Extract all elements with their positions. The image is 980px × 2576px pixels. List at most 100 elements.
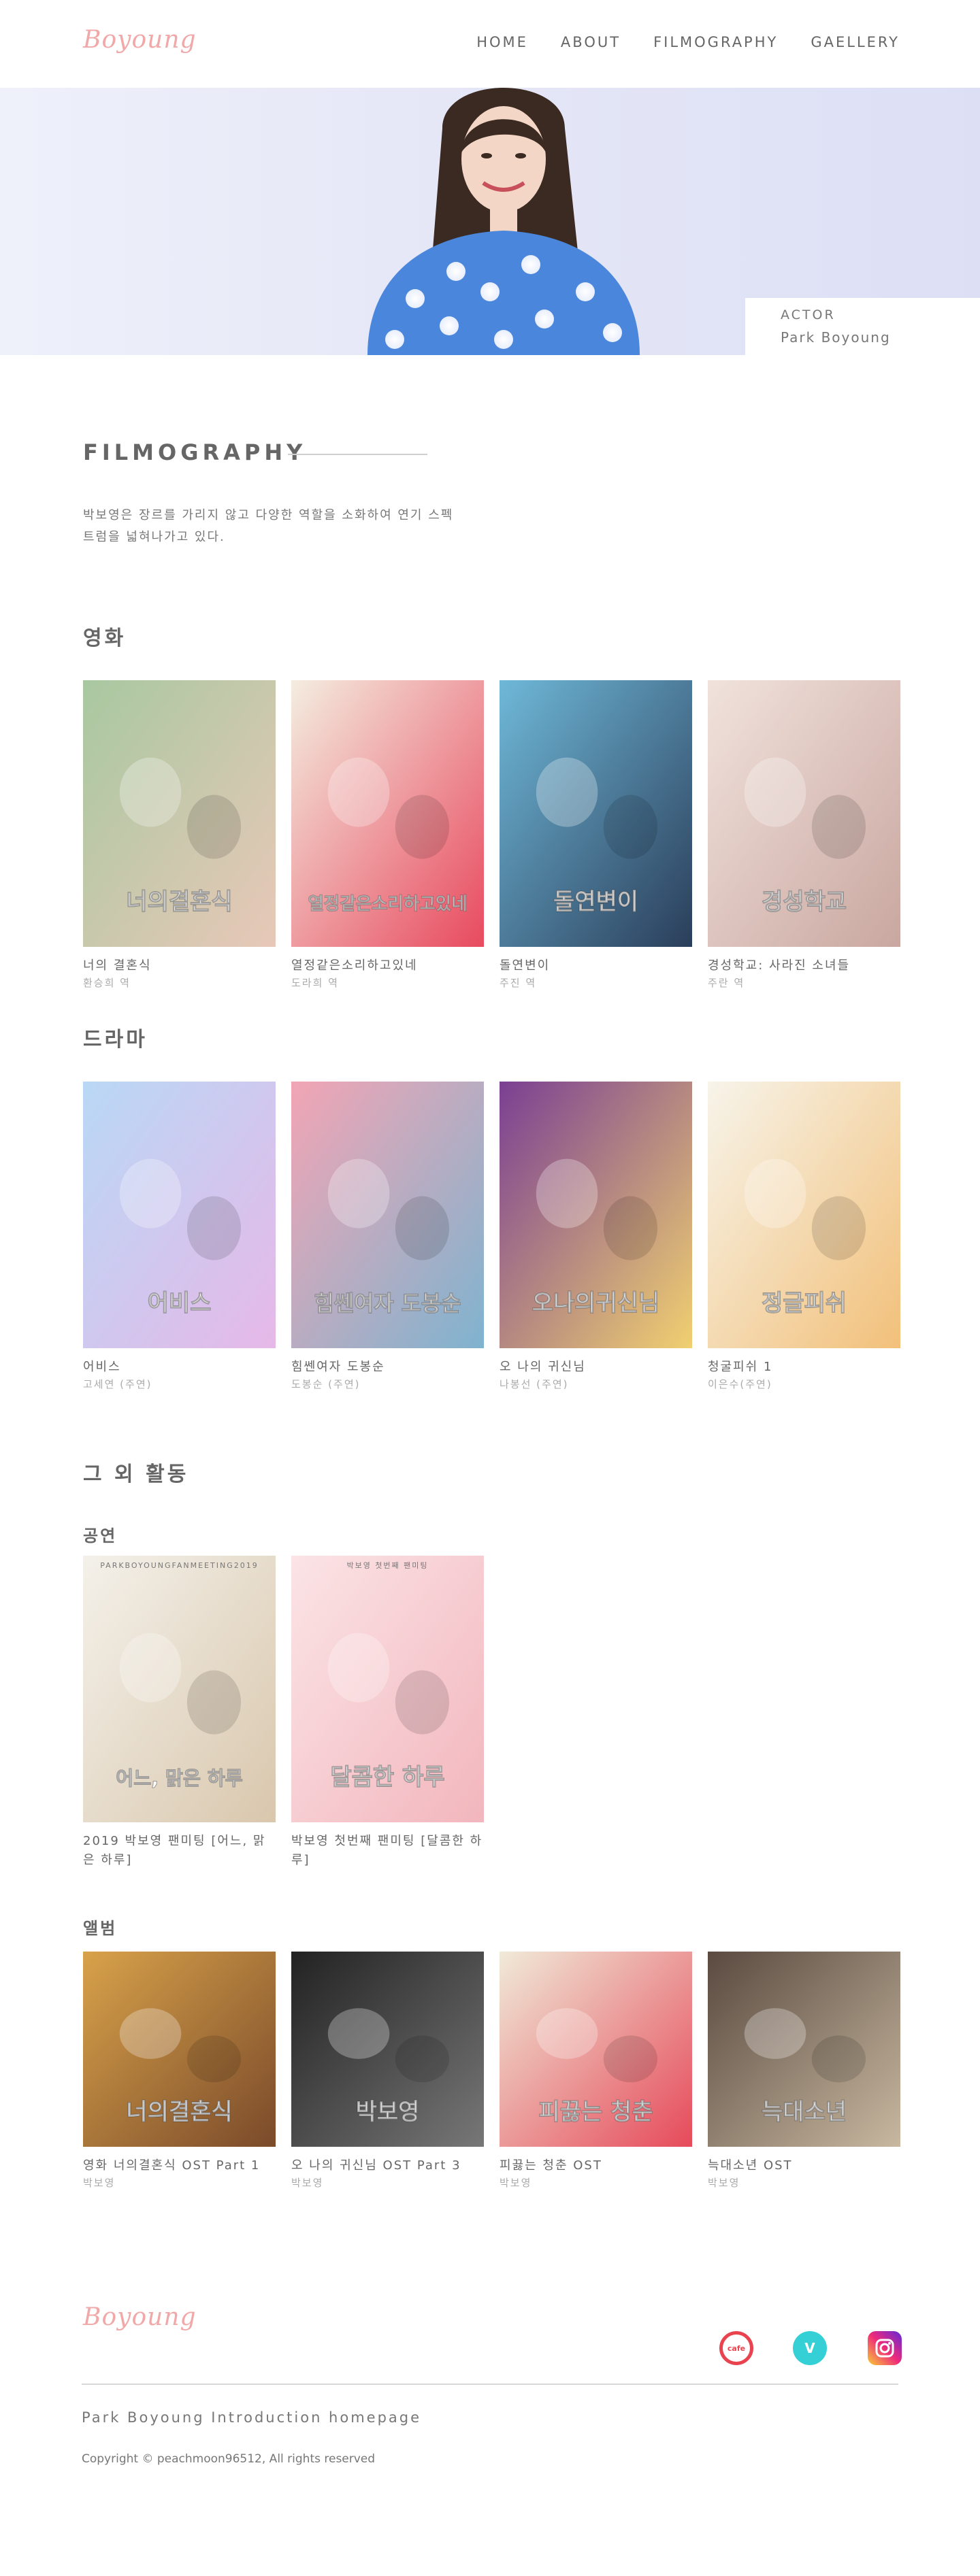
album-poster-image[interactable]: 박보영 [291,1952,484,2147]
svg-text:어느, 맑은 하루: 어느, 맑은 하루 [116,1767,243,1790]
movie-title: 경성학교: 사라진 소녀들 [708,958,851,973]
album-card[interactable]: 박보영 오 나의 귀신님 OST Part 3 박보영 [291,1952,484,2190]
drama-role: 나봉선 (주연) [500,1378,569,1390]
cafe-icon-label: cafe [727,2343,746,2353]
drama-poster-image[interactable]: 오나의귀신님 [500,1082,692,1348]
album-artist: 박보영 [83,2177,116,2189]
movies-section-title: 영화 [83,626,127,650]
movie-card[interactable]: 열정같은소리하고있네 열정같은소리하고있네 도라희 역 [291,680,484,990]
album-title: 피끓는 청춘 OST [500,2158,602,2173]
movie-poster-image[interactable]: 열정같은소리하고있네 [291,680,484,947]
filmography-description: 박보영은 장르를 가리지 않고 다양한 역할을 소화하여 연기 스펙트럼을 넓혀… [83,508,454,544]
svg-text:PARKBOYOUNGFANMEETING2019: PARKBOYOUNGFANMEETING2019 [100,1561,258,1570]
drama-role: 이은수(주연) [708,1378,772,1390]
dramas-section-title: 드라마 [83,1028,148,1052]
album-poster-image[interactable]: 너의결혼식 [83,1952,276,2147]
site-logo[interactable]: Boyoung [83,26,197,54]
album-card[interactable]: 피끓는 청춘피끓는 청춘 OST 박보영 [500,1952,692,2190]
movie-card[interactable]: 너의결혼식 너의 결혼식 환승희 역 [83,680,276,990]
svg-text:박보영 첫번째 팬미팅: 박보영 첫번째 팬미팅 [346,1561,428,1570]
svg-text:너의결혼식: 너의결혼식 [126,888,232,916]
svg-text:피끓는 청춘: 피끓는 청춘 [538,2098,653,2126]
performance-title: 2019 박보영 팬미팅 [어느, 맑은 하루] [83,1834,266,1867]
album-title: 오 나의 귀신님 OST Part 3 [291,2158,461,2173]
drama-role: 도봉순 (주연) [291,1378,361,1390]
nav-about[interactable]: ABOUT [561,34,621,50]
performance-poster-image[interactable]: PARKBOYOUNGFANMEETING2019 어느, 맑은 하루 [83,1556,276,1822]
svg-text:경성학교: 경성학교 [762,888,847,916]
svg-text:달콤한 하루: 달콤한 하루 [330,1764,444,1791]
performance-card[interactable]: 박보영 첫번째 팬미팅달콤한 하루박보영 첫번째 팬미팅 [달콤한 하루] [291,1556,484,1870]
svg-text:늑대소년: 늑대소년 [762,2098,847,2126]
drama-card[interactable]: 어비스 어비스 고세연 (주연) [83,1082,276,1392]
drama-poster-image[interactable]: 힘쎈여자 도봉순 [291,1082,484,1348]
drama-card[interactable]: 오나의귀신님오 나의 귀신님나봉선 (주연) [500,1082,692,1392]
instagram-icon[interactable] [868,2331,902,2365]
movie-role: 주란 역 [708,977,745,989]
hero-caption-card: ACTOR Park Boyoung [745,298,980,355]
footer-divider [82,2383,898,2385]
movie-poster-image[interactable]: 경성학교 [708,680,900,947]
other-activities-title: 그 외 활동 [83,1462,189,1486]
v-live-icon[interactable]: V [793,2331,827,2365]
movie-title: 열정같은소리하고있네 [291,958,418,973]
hero-banner: ACTOR Park Boyoung [0,88,980,355]
svg-text:오나의귀신님: 오나의귀신님 [532,1290,660,1317]
movie-poster-image[interactable]: 돌연변이 [500,680,692,947]
hero-caption-name: Park Boyoung [781,329,891,346]
filmography-title: FILMOGRAPHY [83,439,307,465]
footer-logo[interactable]: Boyoung [83,2303,197,2331]
main-nav: HOME ABOUT FILMOGRAPHY GAELLERY [476,34,900,50]
album-artist: 박보영 [291,2177,324,2189]
svg-text:힘쎈여자 도봉순: 힘쎈여자 도봉순 [314,1290,461,1316]
drama-title: 오 나의 귀신님 [500,1360,586,1374]
album-title: 영화 너의결혼식 OST Part 1 [83,2158,261,2173]
nav-filmography[interactable]: FILMOGRAPHY [653,34,778,50]
movie-title: 너의 결혼식 [83,958,152,973]
nav-gallery[interactable]: GAELLERY [811,34,900,50]
album-subtitle: 앨범 [83,1919,118,1938]
hero-portrait-image [368,88,640,355]
performance-title: 박보영 첫번째 팬미팅 [달콤한 하루] [291,1834,483,1867]
performance-card[interactable]: PARKBOYOUNGFANMEETING2019 어느, 맑은 하루 2019 박… [83,1556,276,1870]
album-card[interactable]: 너의결혼식영화 너의결혼식 OST Part 1 박보영 [83,1952,276,2190]
album-artist: 박보영 [500,2177,532,2189]
drama-role: 고세연 (주연) [83,1378,152,1390]
drama-card[interactable]: 힘쎈여자 도봉순 힘쎈여자 도봉순 도봉순 (주연) [291,1082,484,1392]
movie-poster-image[interactable]: 너의결혼식 [83,680,276,947]
drama-title: 어비스 [83,1360,121,1374]
drama-poster-image[interactable]: 정글피쉬 [708,1082,900,1348]
drama-title: 청굴피쉬 1 [708,1360,773,1374]
v-live-icon-label: V [804,2340,815,2356]
svg-text:어비스: 어비스 [148,1290,212,1317]
nav-home[interactable]: HOME [476,34,528,50]
performance-poster-image[interactable]: 박보영 첫번째 팬미팅달콤한 하루 [291,1556,484,1822]
movie-role: 주진 역 [500,977,537,989]
svg-text:열정같은소리하고있네: 열정같은소리하고있네 [308,894,467,914]
movie-role: 도라희 역 [291,977,339,989]
svg-text:박보영: 박보영 [356,2098,420,2126]
drama-card[interactable]: 정글피쉬청굴피쉬 1 이은수(주연) [708,1082,900,1392]
movie-card[interactable]: 돌연변이 돌연변이 주진 역 [500,680,692,990]
site-header: Boyoung HOME ABOUT FILMOGRAPHY GAELLERY [0,0,980,88]
performance-subtitle: 공연 [83,1526,118,1545]
album-title: 늑대소년 OST [708,2158,793,2173]
cafe-icon[interactable]: cafe [719,2331,753,2365]
movie-card[interactable]: 경성학교경성학교: 사라진 소녀들주란 역 [708,680,900,990]
svg-text:돌연변이: 돌연변이 [553,888,638,916]
page: Boyoung HOME ABOUT FILMOGRAPHY GAELLERY [0,0,980,2576]
hero-caption-role: ACTOR [781,307,836,322]
svg-text:정글피쉬: 정글피쉬 [762,1290,847,1317]
movie-title: 돌연변이 [500,958,551,973]
drama-title: 힘쎈여자 도봉순 [291,1360,385,1374]
filmography-title-divider [288,454,427,455]
album-poster-image[interactable]: 피끓는 청춘 [500,1952,692,2147]
album-artist: 박보영 [708,2177,740,2189]
svg-text:너의결혼식: 너의결혼식 [126,2098,232,2126]
album-poster-image[interactable]: 늑대소년 [708,1952,900,2147]
album-card[interactable]: 늑대소년늑대소년 OST 박보영 [708,1952,900,2190]
instagram-glyph [875,2339,894,2358]
drama-poster-image[interactable]: 어비스 [83,1082,276,1348]
footer-copyright: Copyright © peachmoon96512, All rights r… [82,2452,376,2466]
footer-tagline: Park Boyoung Introduction homepage [82,2409,422,2426]
